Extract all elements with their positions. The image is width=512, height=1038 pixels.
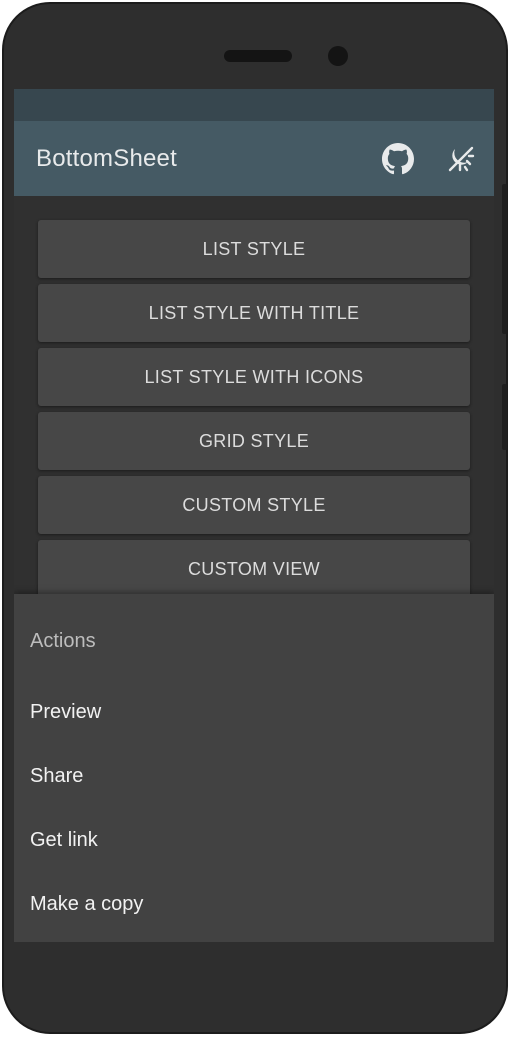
sheet-item-preview[interactable]: Preview (14, 680, 494, 744)
grid-style-button[interactable]: GRID STYLE (38, 412, 470, 470)
button-list: LIST STYLE LIST STYLE WITH TITLE LIST ST… (38, 220, 470, 604)
app-bar: BottomSheet (14, 121, 494, 196)
status-bar (14, 89, 494, 121)
app-title: BottomSheet (36, 145, 177, 172)
sheet-item-share[interactable]: Share (14, 744, 494, 808)
device-screen: BottomSheet LIST STYLE LIST STYLE WITH T… (14, 89, 494, 942)
bottom-sheet-list: Preview Share Get link Make a copy (14, 680, 494, 936)
speaker-grille (224, 50, 292, 62)
bottom-sheet: Actions Preview Share Get link Make a co… (14, 594, 494, 942)
github-icon[interactable] (382, 143, 414, 175)
sheet-item-get-link[interactable]: Get link (14, 808, 494, 872)
sheet-item-make-a-copy[interactable]: Make a copy (14, 872, 494, 936)
bottom-sheet-title: Actions (30, 630, 96, 652)
front-camera (328, 46, 348, 66)
list-style-with-title-button[interactable]: LIST STYLE WITH TITLE (38, 284, 470, 342)
custom-view-button[interactable]: CUSTOM VIEW (38, 540, 470, 598)
power-button (502, 384, 507, 450)
theme-toggle-icon[interactable] (445, 143, 477, 175)
custom-style-button[interactable]: CUSTOM STYLE (38, 476, 470, 534)
volume-button (502, 184, 507, 334)
list-style-with-icons-button[interactable]: LIST STYLE WITH ICONS (38, 348, 470, 406)
list-style-button[interactable]: LIST STYLE (38, 220, 470, 278)
